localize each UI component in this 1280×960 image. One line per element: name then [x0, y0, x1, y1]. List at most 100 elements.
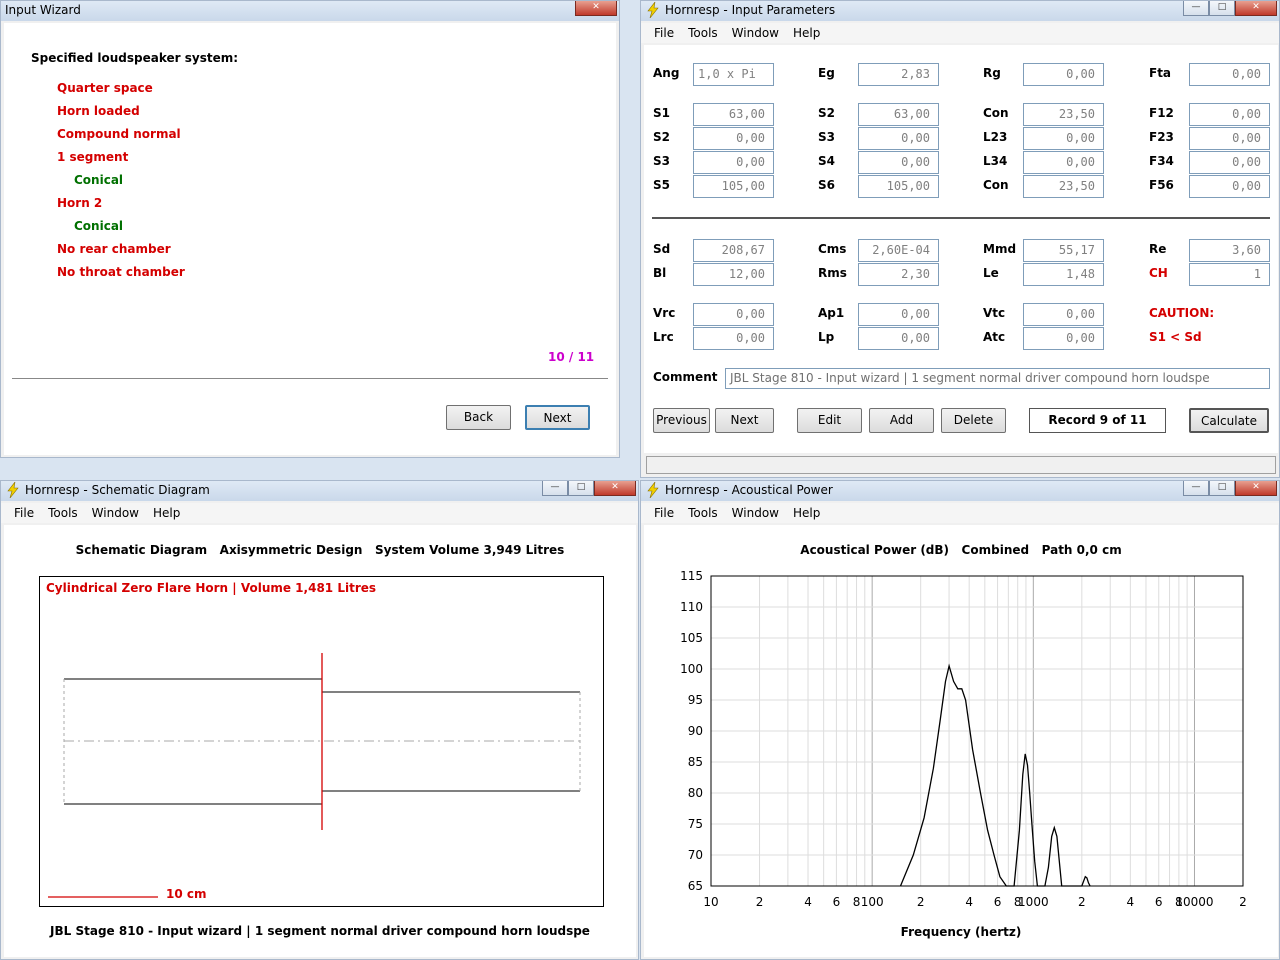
- param-field-fta[interactable]: 0,00: [1189, 63, 1270, 86]
- maximize-icon[interactable]: □: [1209, 481, 1235, 496]
- param-field-ap1[interactable]: 0,00: [858, 303, 939, 326]
- param-field-eg[interactable]: 2,83: [858, 63, 939, 86]
- param-field-mmd[interactable]: 55,17: [1023, 239, 1104, 262]
- acoustical-power-window: Hornresp - Acoustical Power — □ ✕ File T…: [640, 480, 1280, 960]
- close-icon[interactable]: ✕: [594, 481, 636, 496]
- wizard-item: No throat chamber: [57, 265, 185, 279]
- calculate-button[interactable]: Calculate: [1189, 408, 1269, 433]
- param-field-vtc[interactable]: 0,00: [1023, 303, 1104, 326]
- close-icon[interactable]: ✕: [1235, 1, 1277, 16]
- close-icon[interactable]: ✕: [1235, 481, 1277, 496]
- param-field-lrc[interactable]: 0,00: [693, 327, 774, 350]
- minimize-icon[interactable]: —: [542, 481, 568, 496]
- param-field-s6[interactable]: 105,00: [858, 175, 939, 198]
- y-tick-label: 90: [688, 724, 703, 738]
- acoustic-client: Acoustical Power (dB) Combined Path 0,0 …: [644, 525, 1278, 957]
- caution-message: S1 < Sd: [1149, 330, 1202, 344]
- param-field-l23[interactable]: 0,00: [1023, 127, 1104, 150]
- menu-file[interactable]: File: [647, 503, 681, 523]
- param-field-re[interactable]: 3,60: [1189, 239, 1270, 262]
- scale-label: 10 cm: [166, 887, 207, 901]
- param-field-l34[interactable]: 0,00: [1023, 151, 1104, 174]
- wizard-item: Quarter space: [57, 81, 153, 95]
- param-field-f56[interactable]: 0,00: [1189, 175, 1270, 198]
- param-field-lp[interactable]: 0,00: [858, 327, 939, 350]
- param-field-bl[interactable]: 12,00: [693, 263, 774, 286]
- menu-file[interactable]: File: [647, 23, 681, 43]
- param-field-s2[interactable]: 63,00: [858, 103, 939, 126]
- wizard-titlebar: Input Wizard ✕: [1, 1, 619, 21]
- param-label-cms: Cms: [818, 242, 847, 256]
- previous-button[interactable]: Previous: [653, 408, 710, 433]
- param-field-f23[interactable]: 0,00: [1189, 127, 1270, 150]
- param-label-bl: Bl: [653, 266, 667, 280]
- param-field-ang[interactable]: 1,0 x Pi: [693, 63, 774, 86]
- close-icon[interactable]: ✕: [575, 1, 617, 16]
- param-field-le[interactable]: 1,48: [1023, 263, 1104, 286]
- series-group: [899, 663, 1091, 887]
- chart-title: Acoustical Power (dB) Combined Path 0,0 …: [800, 543, 1121, 557]
- hornresp-lightning-icon: [7, 482, 19, 498]
- param-field-f34[interactable]: 0,00: [1189, 151, 1270, 174]
- param-field-sd[interactable]: 208,67: [693, 239, 774, 262]
- param-field-rg[interactable]: 0,00: [1023, 63, 1104, 86]
- divider: [12, 378, 608, 379]
- param-label-f56: F56: [1149, 178, 1174, 192]
- param-label-f23: F23: [1149, 130, 1174, 144]
- param-field-con[interactable]: 23,50: [1023, 103, 1104, 126]
- y-tick-label: 105: [680, 631, 703, 645]
- menu-window[interactable]: Window: [725, 23, 786, 43]
- param-field-con[interactable]: 23,50: [1023, 175, 1104, 198]
- param-field-s2[interactable]: 0,00: [693, 127, 774, 150]
- wizard-item: Conical: [74, 219, 124, 233]
- next-button[interactable]: Next: [525, 405, 590, 430]
- menu-tools[interactable]: Tools: [681, 23, 725, 43]
- param-field-rms[interactable]: 2,30: [858, 263, 939, 286]
- next-record-button[interactable]: Next: [715, 408, 774, 433]
- menu-help[interactable]: Help: [786, 503, 827, 523]
- schematic-window: Hornresp - Schematic Diagram — □ ✕ File …: [0, 480, 639, 960]
- param-field-s3[interactable]: 0,00: [858, 127, 939, 150]
- menu-help[interactable]: Help: [146, 503, 187, 523]
- menu-window[interactable]: Window: [85, 503, 146, 523]
- y-tick-label: 70: [688, 848, 703, 862]
- menu-tools[interactable]: Tools: [41, 503, 85, 523]
- param-label-s2: S2: [818, 106, 835, 120]
- param-field-cms[interactable]: 2,60E-04: [858, 239, 939, 262]
- param-field-ch[interactable]: 1: [1189, 263, 1270, 286]
- x-tick-label: 1000: [1018, 895, 1049, 909]
- param-field-vrc[interactable]: 0,00: [693, 303, 774, 326]
- maximize-icon[interactable]: □: [1209, 1, 1235, 16]
- minimize-icon[interactable]: —: [1183, 481, 1209, 496]
- x-tick-label: 6: [994, 895, 1002, 909]
- param-label-rg: Rg: [983, 66, 1001, 80]
- param-label-lrc: Lrc: [653, 330, 674, 344]
- back-button[interactable]: Back: [446, 405, 511, 430]
- param-field-s3[interactable]: 0,00: [693, 151, 774, 174]
- menu-file[interactable]: File: [7, 503, 41, 523]
- maximize-icon[interactable]: □: [568, 481, 594, 496]
- minimize-icon[interactable]: —: [1183, 1, 1209, 16]
- param-label-ang: Ang: [653, 66, 680, 80]
- param-label-fta: Fta: [1149, 66, 1172, 80]
- param-field-s4[interactable]: 0,00: [858, 151, 939, 174]
- menu-help[interactable]: Help: [786, 23, 827, 43]
- edit-button[interactable]: Edit: [797, 408, 862, 433]
- x-tick-label: 6: [1155, 895, 1163, 909]
- param-field-f12[interactable]: 0,00: [1189, 103, 1270, 126]
- param-label-rms: Rms: [818, 266, 847, 280]
- horn-schematic: [48, 653, 581, 898]
- param-field-s5[interactable]: 105,00: [693, 175, 774, 198]
- x-tick-label: 10: [703, 895, 718, 909]
- param-label-sd: Sd: [653, 242, 671, 256]
- param-label-con: Con: [983, 106, 1009, 120]
- param-field-s1[interactable]: 63,00: [693, 103, 774, 126]
- delete-button[interactable]: Delete: [941, 408, 1006, 433]
- chart-grid: [710, 575, 1244, 887]
- x-tick-label: 6: [833, 895, 841, 909]
- param-field-atc[interactable]: 0,00: [1023, 327, 1104, 350]
- add-button[interactable]: Add: [869, 408, 934, 433]
- menu-window[interactable]: Window: [725, 503, 786, 523]
- menu-tools[interactable]: Tools: [681, 503, 725, 523]
- comment-field[interactable]: JBL Stage 810 - Input wizard | 1 segment…: [725, 368, 1270, 389]
